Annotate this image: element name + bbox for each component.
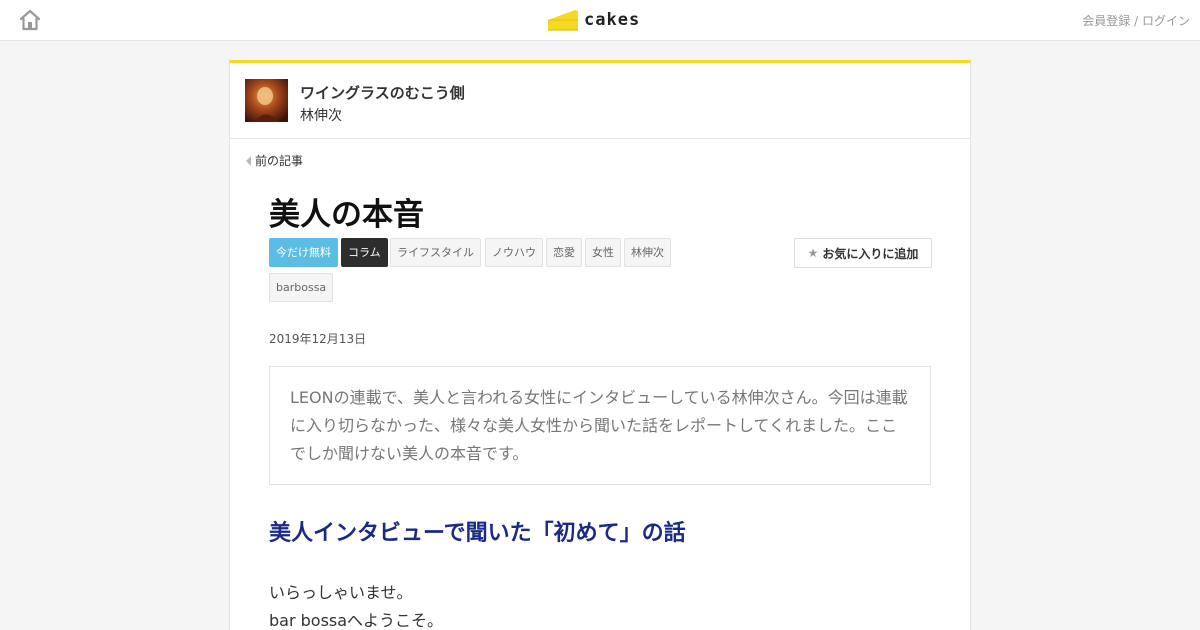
series-thumbnail[interactable] [245,79,288,122]
add-favorite-label: お気に入りに追加 [822,246,919,261]
login-link[interactable]: ログイン [1142,14,1190,28]
body-paragraph: bar bossaへようこそ。 [269,611,444,630]
series-title[interactable]: ワイングラスのむこう側 [300,82,465,103]
signup-link[interactable]: 会員登録 [1082,14,1130,28]
cakes-logo[interactable]: cakes [547,6,640,34]
auth-separator: / [1130,14,1142,28]
prev-article-link[interactable]: 前の記事 [246,152,303,169]
tag-knowhow[interactable]: ノウハウ [485,238,543,267]
article-lead: LEONの連載で、美人と言われる女性にインタビューしている林伸次さん。今回は連載… [269,366,931,485]
tag-column[interactable]: コラム [341,238,388,267]
prev-article-label: 前の記事 [255,154,304,168]
tag-barbossa[interactable]: barbossa [269,273,334,302]
top-bar: cakes 会員登録 / ログイン [0,0,1200,41]
cake-slice-icon [548,10,578,31]
tag-romance[interactable]: 恋愛 [546,238,582,267]
logo-text: cakes [584,10,641,30]
section-heading: 美人インタビューで聞いた「初めて」の話 [269,521,686,546]
series-author[interactable]: 林伸次 [300,105,342,125]
home-icon[interactable] [18,8,42,32]
article-body: いらっしゃいませ。 bar bossaへようこそ。 [269,579,443,630]
caret-left-icon [246,155,251,166]
tag-women[interactable]: 女性 [585,238,621,267]
tag-free[interactable]: 今だけ無料 [269,238,338,267]
article-card: ワイングラスのむこう側 林伸次 前の記事 美人の本音 今だけ無料 コラム ライフ… [229,60,971,630]
body-paragraph: いらっしゃいませ。 [269,583,413,602]
star-icon: ★ [807,246,819,260]
tag-lifestyle[interactable]: ライフスタイル [390,238,481,267]
tag-author[interactable]: 林伸次 [624,238,671,267]
article-title: 美人の本音 [269,197,424,233]
series-header: ワイングラスのむこう側 林伸次 [230,63,970,139]
add-favorite-button[interactable]: ★ お気に入りに追加 [794,238,932,268]
auth-links: 会員登録 / ログイン [1082,12,1190,29]
publish-date: 2019年12月13日 [269,332,367,346]
